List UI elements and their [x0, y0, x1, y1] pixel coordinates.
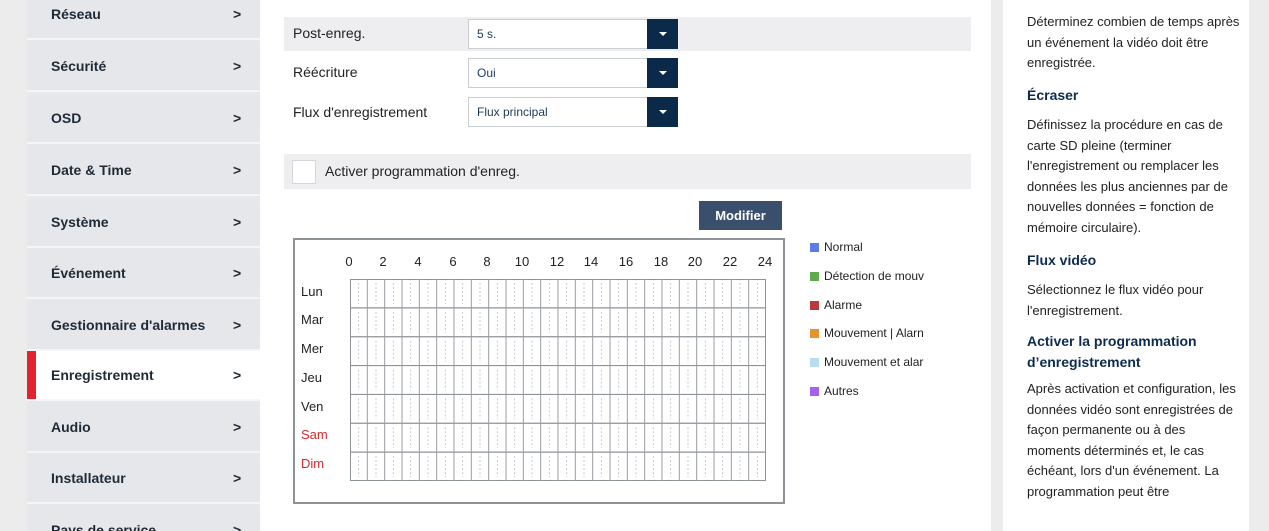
legend-item: Détection de mouv: [810, 269, 924, 283]
chevron-down-icon: [647, 19, 678, 49]
overwrite-label: Réécriture: [293, 64, 358, 80]
legend-swatch: [810, 272, 819, 281]
sidebar-item-service-country[interactable]: Pays de service >: [27, 506, 260, 531]
hour-label: 12: [549, 254, 565, 269]
post-record-select[interactable]: 5 s.: [468, 19, 678, 49]
settings-sidebar: Réseau > Sécurité > OSD > Date & Time > …: [27, 0, 260, 531]
sidebar-item-label: Installateur: [51, 470, 126, 486]
sidebar-item-security[interactable]: Sécurité >: [27, 42, 260, 92]
legend-label: Détection de mouv: [824, 269, 925, 283]
select-value: Oui: [477, 66, 496, 80]
post-record-label: Post-enreg.: [293, 25, 366, 41]
schedule-cells[interactable]: [350, 279, 766, 481]
legend-swatch: [810, 387, 819, 396]
day-label: Mar: [301, 312, 324, 327]
legend-label: Alarme: [824, 298, 863, 312]
legend-item: Mouvement et alar: [810, 355, 923, 369]
select-value: Flux principal: [477, 105, 548, 119]
day-label: Sam: [301, 427, 328, 442]
sidebar-item-date-time[interactable]: Date & Time >: [27, 146, 260, 196]
hour-label: 0: [345, 254, 353, 269]
sidebar-item-label: Date & Time: [51, 162, 132, 178]
sidebar-item-label: Gestionnaire d'alarmes: [51, 317, 206, 333]
legend-item: Normal: [810, 240, 863, 254]
help-schedule-title: Activer la programmation d’enregistremen…: [1027, 333, 1197, 370]
sidebar-item-label: Événement: [51, 265, 126, 281]
hour-label: 10: [514, 254, 530, 269]
sidebar-item-label: Système: [51, 214, 109, 230]
legend-swatch: [810, 358, 819, 367]
sidebar-item-label: Sécurité: [51, 58, 107, 74]
select-value: 5 s.: [477, 27, 497, 41]
sidebar-item-audio[interactable]: Audio >: [27, 403, 260, 453]
sidebar-item-recording[interactable]: Enregistrement >: [27, 351, 260, 401]
sidebar-item-label: Réseau: [51, 6, 101, 22]
sidebar-item-label: OSD: [51, 110, 82, 126]
day-label: Mer: [301, 341, 324, 356]
chevron-down-icon: [647, 97, 678, 127]
chevron-right-icon: >: [233, 265, 242, 281]
chevron-right-icon: >: [233, 419, 242, 435]
legend-swatch: [810, 329, 819, 338]
enable-schedule-checkbox[interactable]: [292, 160, 316, 184]
help-panel: Déterminez combien de temps après un évé…: [1003, 0, 1249, 531]
stream-select[interactable]: Flux principal: [468, 97, 678, 127]
day-label: Jeu: [301, 370, 322, 385]
legend-item: Autres: [810, 384, 859, 398]
sidebar-item-system[interactable]: Système >: [27, 198, 260, 248]
hour-label: 8: [483, 254, 491, 269]
hour-label: 18: [653, 254, 669, 269]
legend-label: Mouvement et alar: [824, 355, 924, 369]
chevron-right-icon: >: [233, 367, 242, 383]
enable-schedule-label: Activer programmation d'enreg.: [325, 163, 520, 179]
legend-label: Normal: [824, 240, 863, 254]
sidebar-item-network[interactable]: Réseau >: [27, 0, 260, 40]
sidebar-item-alarm-manager[interactable]: Gestionnaire d'alarmes >: [27, 301, 260, 351]
hour-label: 4: [414, 254, 422, 269]
day-label: Ven: [301, 399, 324, 414]
recording-settings-panel: Post-enreg. 5 s. Réécriture Oui Flux d'e…: [260, 0, 991, 531]
sidebar-item-label: Pays de service: [51, 522, 157, 531]
help-stream-text: Sélectionnez le flux vidéo pour l'enregi…: [1027, 282, 1204, 318]
legend-swatch: [810, 301, 819, 310]
help-overwrite-title: Écraser: [1027, 87, 1079, 103]
chevron-right-icon: >: [233, 470, 242, 486]
sidebar-item-label: Enregistrement: [51, 367, 154, 383]
help-stream-title: Flux vidéo: [1027, 252, 1097, 268]
schedule-grid[interactable]: 0 2 4 6 8 10 12 14 16 18 20 22 24 Lun Ma…: [293, 238, 785, 504]
chevron-right-icon: >: [233, 522, 242, 531]
day-label: Lun: [301, 284, 323, 299]
chevron-down-icon: [647, 58, 678, 88]
help-overwrite-text: Définissez la procédure en cas de carte …: [1027, 117, 1228, 235]
chevron-right-icon: >: [233, 6, 242, 22]
sidebar-item-label: Audio: [51, 419, 91, 435]
legend-label: Mouvement | Alarn: [824, 326, 924, 340]
chevron-right-icon: >: [233, 110, 242, 126]
modify-button[interactable]: Modifier: [699, 201, 782, 230]
legend-item: Alarme: [810, 298, 862, 312]
help-intro-text: Déterminez combien de temps après un évé…: [1027, 14, 1240, 70]
hour-label: 2: [379, 254, 387, 269]
day-label: Dim: [301, 456, 325, 471]
hour-label: 16: [618, 254, 634, 269]
hour-label: 20: [687, 254, 703, 269]
help-schedule-text: Après activation et configuration, les d…: [1027, 381, 1236, 499]
stream-label: Flux d'enregistrement: [293, 104, 428, 120]
hour-label: 22: [722, 254, 738, 269]
chevron-right-icon: >: [233, 214, 242, 230]
sidebar-item-event[interactable]: Événement >: [27, 249, 260, 299]
legend-swatch: [810, 243, 819, 252]
chevron-right-icon: >: [233, 317, 242, 333]
legend-label: Autres: [824, 384, 859, 398]
chevron-right-icon: >: [233, 58, 242, 74]
hour-label: 14: [583, 254, 599, 269]
hour-label: 6: [449, 254, 457, 269]
chevron-right-icon: >: [233, 162, 242, 178]
overwrite-select[interactable]: Oui: [468, 58, 678, 88]
sidebar-item-installer[interactable]: Installateur >: [27, 454, 260, 504]
sidebar-item-osd[interactable]: OSD >: [27, 94, 260, 144]
hour-label: 24: [757, 254, 773, 269]
legend-item: Mouvement | Alarn: [810, 326, 924, 340]
